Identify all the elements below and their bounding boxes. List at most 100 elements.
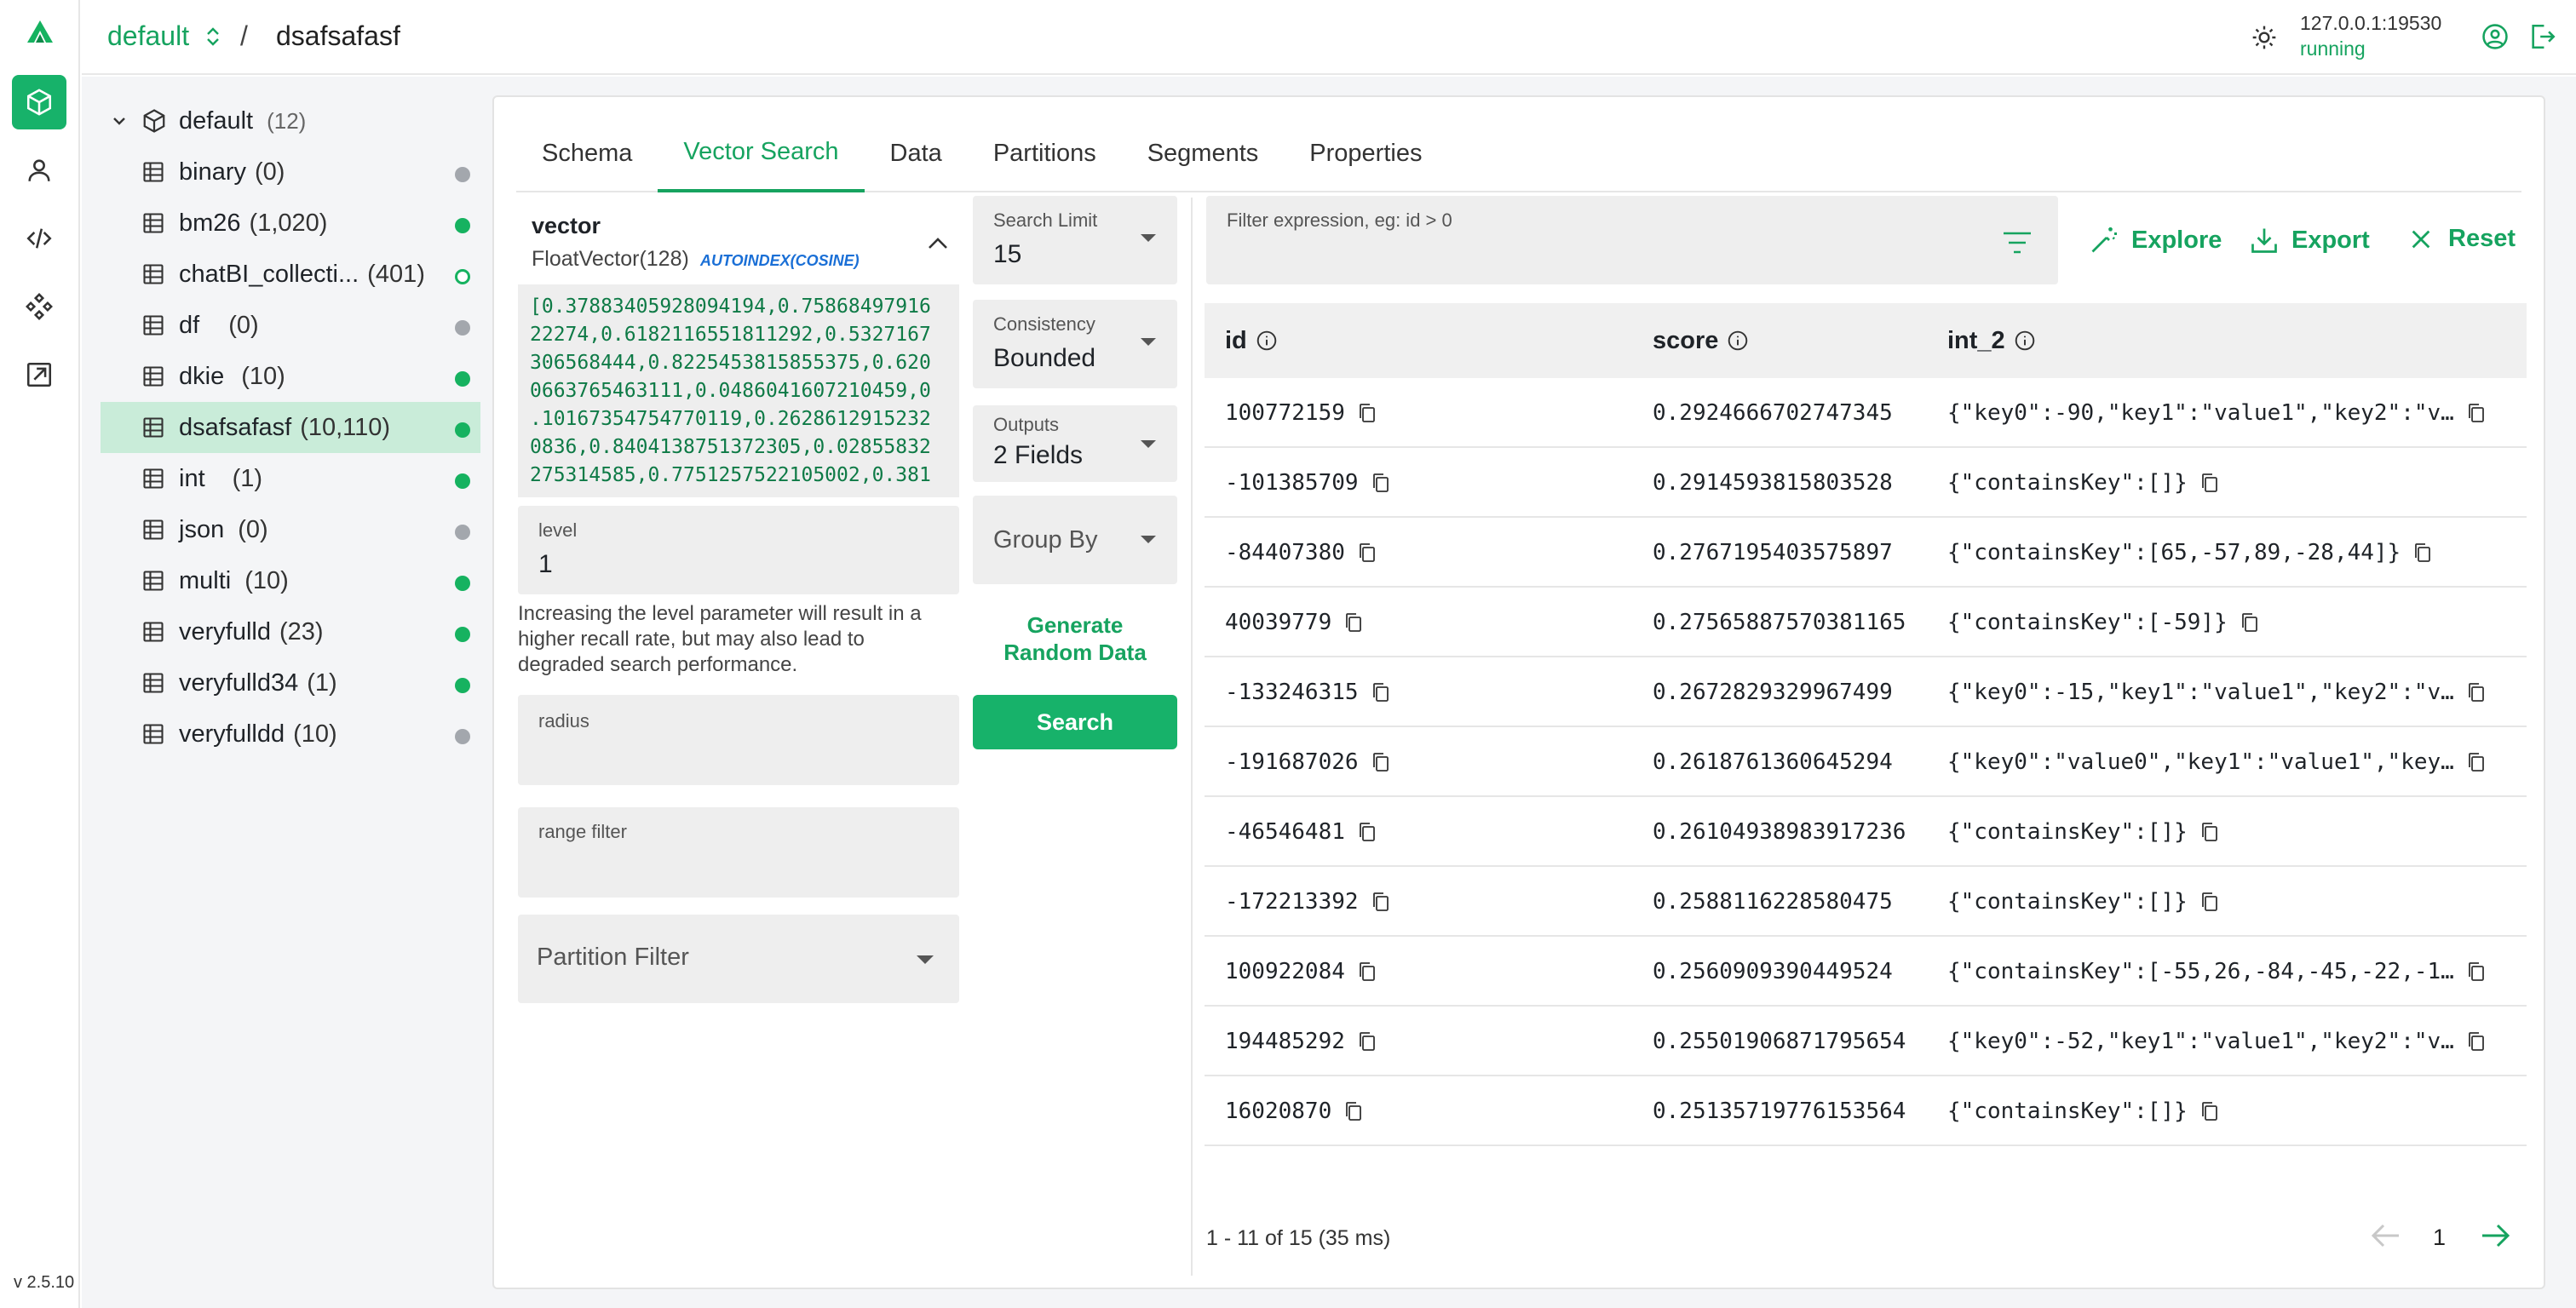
copy-icon[interactable] <box>1371 681 1391 703</box>
copy-icon[interactable] <box>2466 402 2487 424</box>
search-button[interactable]: Search <box>973 695 1177 749</box>
copy-icon[interactable] <box>2466 961 2487 983</box>
rail-code-button[interactable] <box>12 211 66 266</box>
copy-icon[interactable] <box>2199 472 2220 494</box>
column-header-id[interactable]: id <box>1225 327 1278 355</box>
info-icon[interactable] <box>2014 330 2036 352</box>
sun-icon[interactable] <box>2251 24 2278 51</box>
copy-icon[interactable] <box>1371 751 1391 773</box>
filter-expression-input[interactable]: Filter expression, eg: id > 0 <box>1206 196 2058 284</box>
range-filter-field[interactable]: range filter <box>518 807 959 898</box>
table-row[interactable]: 16020870 0.25135719776153564 {"containsKey… <box>1205 1076 2527 1146</box>
copy-icon[interactable] <box>1357 402 1377 424</box>
copy-icon[interactable] <box>2199 821 2220 843</box>
explore-button[interactable]: Explore <box>2089 225 2222 255</box>
copy-icon[interactable] <box>2412 542 2433 564</box>
consistency-value: Bounded <box>993 344 1096 372</box>
column-header-score[interactable]: score <box>1653 327 1749 355</box>
cell-score-value: 0.26104938983917236 <box>1653 819 1906 845</box>
arrow-right-icon[interactable] <box>2479 1221 2513 1250</box>
group-by-select[interactable]: Group By <box>973 496 1177 584</box>
tab-segments[interactable]: Segments <box>1122 114 1285 192</box>
rail-users-button[interactable] <box>12 143 66 198</box>
copy-icon[interactable] <box>1371 472 1391 494</box>
level-field[interactable]: level 1 <box>518 506 959 594</box>
chevron-up-icon[interactable] <box>927 235 949 252</box>
tree-item-dsafsafasf[interactable]: dsafsafasf (10,110) <box>101 402 480 453</box>
partition-filter-select[interactable]: Partition Filter <box>518 915 959 1003</box>
tree-item-veryfulldd[interactable]: veryfulldd (10) <box>101 708 480 760</box>
copy-icon[interactable] <box>2240 611 2260 634</box>
tree-item-count: (10,110) <box>300 413 391 441</box>
database-selector[interactable]: default <box>107 20 189 52</box>
vector-value-input[interactable]: [0.37883405928094194,0.75868497916 22274… <box>518 284 959 497</box>
cell-int2: {"containsKey":[]} <box>1947 448 2220 518</box>
vector-line-2: 22274,0.6182116551811292,0.5327167 <box>530 324 931 346</box>
chevron-updown-icon[interactable] <box>204 24 221 49</box>
outputs-label: Outputs <box>993 414 1060 435</box>
table-row[interactable]: -84407380 0.2767195403575897 {"containsKey… <box>1205 518 2527 588</box>
arrow-left-icon[interactable] <box>2368 1221 2402 1250</box>
copy-icon[interactable] <box>2466 751 2487 773</box>
tree-item-df[interactable]: df (0) <box>101 300 480 351</box>
generate-random-data-button[interactable]: Generate Random Data <box>973 611 1177 666</box>
tree-item-json[interactable]: json (0) <box>101 504 480 555</box>
tree-item-chatbi[interactable]: chatBI_collecti... (401) <box>101 249 480 300</box>
tree-item-int[interactable]: int (1) <box>101 453 480 504</box>
milvus-logo-icon[interactable] <box>26 19 55 46</box>
tab-vector-search[interactable]: Vector Search <box>658 114 865 192</box>
table-row[interactable]: -191687026 0.2618761360645294 {"key0":"val… <box>1205 727 2527 797</box>
generate-line-2: Random Data <box>1003 640 1147 665</box>
table-row[interactable]: -101385709 0.2914593815803528 {"containsKe… <box>1205 448 2527 518</box>
reset-button[interactable]: Reset <box>2409 225 2516 253</box>
copy-icon[interactable] <box>1371 891 1391 913</box>
copy-icon[interactable] <box>2199 1100 2220 1122</box>
copy-icon[interactable] <box>1357 542 1377 564</box>
tree-item-veryfulld34[interactable]: veryfulld34 (1) <box>101 657 480 708</box>
copy-icon[interactable] <box>1357 1030 1377 1053</box>
rail-system-button[interactable] <box>12 279 66 334</box>
tab-data[interactable]: Data <box>865 114 968 192</box>
copy-icon[interactable] <box>1343 611 1364 634</box>
rail-external-button[interactable] <box>12 347 66 402</box>
table-row[interactable]: -172213392 0.2588116228580475 {"containsKe… <box>1205 867 2527 937</box>
table-row[interactable]: -133246315 0.2672829329967499 {"key0":-15,… <box>1205 657 2527 727</box>
table-row[interactable]: 40039779 0.27565887570381165 {"containsKey… <box>1205 588 2527 657</box>
copy-icon[interactable] <box>2466 681 2487 703</box>
rail-collections-button[interactable] <box>12 75 66 129</box>
outputs-select[interactable]: Outputs 2 Fields <box>973 405 1177 482</box>
copy-icon[interactable] <box>1343 1100 1364 1122</box>
copy-icon[interactable] <box>1357 821 1377 843</box>
cell-score: 0.25501906871795654 <box>1653 1007 1906 1076</box>
consistency-select[interactable]: Consistency Bounded <box>973 300 1177 388</box>
tree-item-multi[interactable]: multi (10) <box>101 555 480 606</box>
tab-partitions[interactable]: Partitions <box>968 114 1122 192</box>
table-row[interactable]: 100922084 0.2560909390449524 {"containsKey… <box>1205 937 2527 1007</box>
tab-schema[interactable]: Schema <box>516 114 658 192</box>
tree-item-bm26[interactable]: bm26 (1,020) <box>101 198 480 249</box>
search-limit-select[interactable]: Search Limit 15 <box>973 196 1177 284</box>
tree-item-veryfulld[interactable]: veryfulld (23) <box>101 606 480 657</box>
radius-field[interactable]: radius <box>518 695 959 785</box>
tree-item-count: (10) <box>293 720 337 748</box>
logout-icon[interactable] <box>2528 22 2557 51</box>
copy-icon[interactable] <box>2199 891 2220 913</box>
tab-properties[interactable]: Properties <box>1284 114 1447 192</box>
table-row[interactable]: -46546481 0.26104938983917236 {"containsKe… <box>1205 797 2527 867</box>
table-row[interactable]: 100772159 0.2924666702747345 {"key0":-90,"… <box>1205 378 2527 448</box>
chevron-down-icon[interactable] <box>111 112 128 129</box>
tree-item-dkie[interactable]: dkie (10) <box>101 351 480 402</box>
copy-icon[interactable] <box>1357 961 1377 983</box>
pagination-page[interactable]: 1 <box>2433 1225 2446 1251</box>
copy-icon[interactable] <box>2466 1030 2487 1053</box>
info-icon[interactable] <box>1727 330 1749 352</box>
export-button[interactable]: Export <box>2249 225 2370 255</box>
tree-root-database[interactable]: default (12) <box>101 95 480 146</box>
table-row[interactable]: 194485292 0.25501906871795654 {"key0":-52,… <box>1205 1007 2527 1076</box>
filter-lines-icon[interactable] <box>2002 230 2033 255</box>
collection-card: Schema Vector Search Data Partitions Seg… <box>492 95 2545 1289</box>
account-icon[interactable] <box>2481 22 2510 51</box>
info-icon[interactable] <box>1256 330 1278 352</box>
column-header-int2[interactable]: int_2 <box>1947 327 2036 355</box>
tree-item-binary[interactable]: binary (0) <box>101 146 480 198</box>
